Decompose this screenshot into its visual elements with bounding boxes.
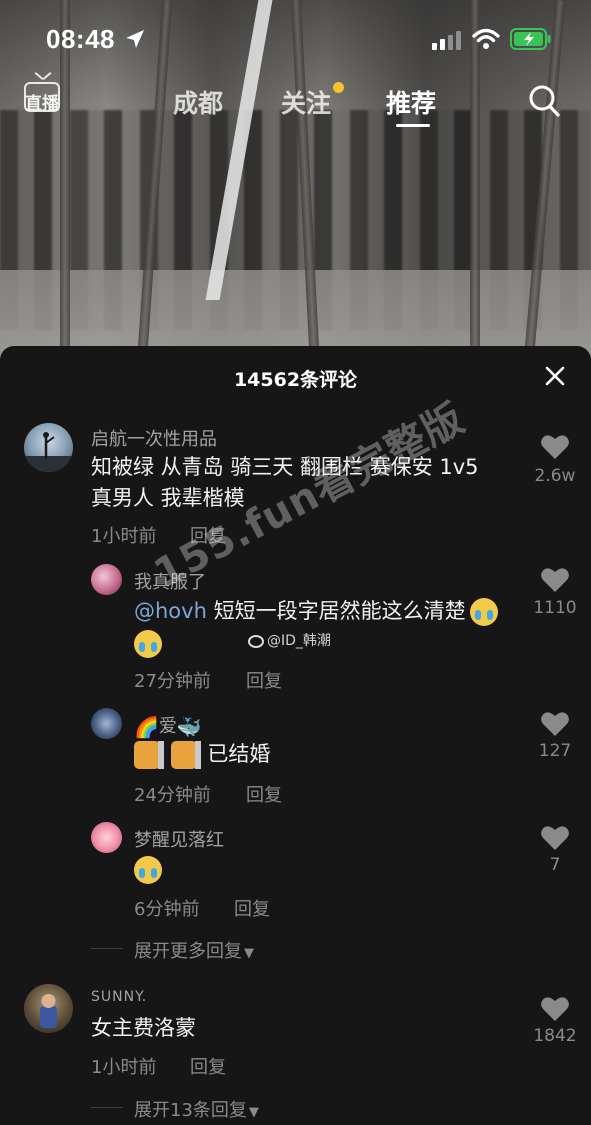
reply-avatar[interactable] xyxy=(91,708,122,739)
reply-button[interactable]: 回复 xyxy=(246,781,282,807)
rainbow-icon: 🌈 xyxy=(134,715,159,739)
cat-emoji-icon xyxy=(170,741,201,769)
comment-time: 1小时前 xyxy=(91,1057,157,1078)
tab-chengdu[interactable]: 成都 xyxy=(173,84,223,120)
top-navigation: 直播 成都 关注 推荐 xyxy=(0,78,591,128)
notification-dot xyxy=(333,82,344,93)
tab-following[interactable]: 关注 xyxy=(281,84,331,120)
close-icon[interactable] xyxy=(543,364,567,388)
expand-replies-button[interactable]: 展开13条回复 ▼ xyxy=(134,1096,259,1122)
weibo-watermark: @ID_韩潮 xyxy=(248,630,331,650)
reply-button[interactable]: 回复 xyxy=(190,1053,226,1079)
reply-text: 已结婚 xyxy=(134,739,270,770)
crying-emoji-icon xyxy=(469,598,498,626)
like-count: 2.6w xyxy=(534,466,576,486)
reply-mention[interactable]: @hovh xyxy=(134,599,207,623)
reply-text-body: 短短一段字居然能这么清楚 xyxy=(213,599,466,623)
reply-button[interactable]: 回复 xyxy=(234,895,270,921)
wifi-icon xyxy=(472,28,500,49)
expand-label: 展开更多回复 xyxy=(134,941,242,962)
reply-time: 27分钟前 xyxy=(134,671,211,692)
expand-divider xyxy=(91,948,123,949)
comment-username[interactable]: SUNNY. xyxy=(91,989,147,1005)
heart-icon[interactable] xyxy=(540,824,570,851)
crying-emoji-icon xyxy=(134,856,162,884)
search-icon[interactable] xyxy=(528,84,560,118)
like-count: 1110 xyxy=(533,598,577,618)
avatar[interactable] xyxy=(24,423,73,472)
chevron-down-icon: ▼ xyxy=(244,946,254,961)
chevron-down-icon: ▼ xyxy=(248,1105,259,1120)
reply-username-text: 爱 xyxy=(158,716,177,737)
comment-text-line: 女主费洛蒙 xyxy=(91,1016,196,1040)
active-tab-indicator xyxy=(396,124,430,127)
tab-recommended[interactable]: 推荐 xyxy=(386,84,436,120)
reply-button[interactable]: 回复 xyxy=(246,667,282,693)
reply-text-body: 已结婚 xyxy=(207,742,271,766)
heart-icon[interactable] xyxy=(540,710,570,737)
whale-icon: 🐳 xyxy=(176,715,202,739)
heart-icon[interactable] xyxy=(540,566,570,593)
comments-sheet: 14562条评论 启航一次性用品 知被绿 从青岛 骑三天 翻围栏 赛保安 1v5… xyxy=(0,346,591,1125)
avatar[interactable] xyxy=(24,984,73,1033)
location-arrow-icon xyxy=(126,30,144,48)
cat-emoji-icon xyxy=(134,741,164,769)
reply-username[interactable]: 🌈爱🐳 xyxy=(134,712,202,739)
reply-avatar[interactable] xyxy=(91,564,122,595)
like-count: 1842 xyxy=(533,1026,577,1046)
avatar-figure xyxy=(24,432,73,472)
signal-icon xyxy=(432,31,461,50)
battery-icon xyxy=(510,28,551,50)
expand-label: 展开13条回复 xyxy=(134,1100,247,1121)
reply-time: 24分钟前 xyxy=(134,785,211,806)
live-tv-icon[interactable]: 直播 xyxy=(22,78,62,120)
expand-replies-button[interactable]: 展开更多回复 ▼ xyxy=(134,937,254,963)
comment-count: 14562条评论 xyxy=(233,369,358,391)
status-bar: 08:48 xyxy=(0,0,591,78)
reply-time: 6分钟前 xyxy=(134,899,200,920)
reply-username[interactable]: 梦醒见落红 xyxy=(134,826,224,852)
avatar-figure xyxy=(40,994,57,1028)
status-time: 08:48 xyxy=(46,24,115,54)
weibo-icon xyxy=(248,634,264,648)
heart-icon[interactable] xyxy=(540,995,570,1022)
reply-text-line xyxy=(134,628,162,659)
like-count: 7 xyxy=(549,855,561,875)
live-label: 直播 xyxy=(25,94,59,114)
reply-text: @hovh 短短一段字居然能这么清楚 xyxy=(134,596,498,627)
comments-header: 14562条评论 xyxy=(0,346,591,406)
expand-divider xyxy=(91,1107,123,1108)
comment-username[interactable]: 启航一次性用品 xyxy=(91,425,217,451)
weibo-handle: @ID_韩潮 xyxy=(267,633,331,649)
reply-text xyxy=(134,854,162,885)
reply-avatar[interactable] xyxy=(91,822,122,853)
heart-icon[interactable] xyxy=(540,433,570,460)
like-count: 127 xyxy=(538,741,572,761)
crying-emoji-icon xyxy=(134,630,162,658)
